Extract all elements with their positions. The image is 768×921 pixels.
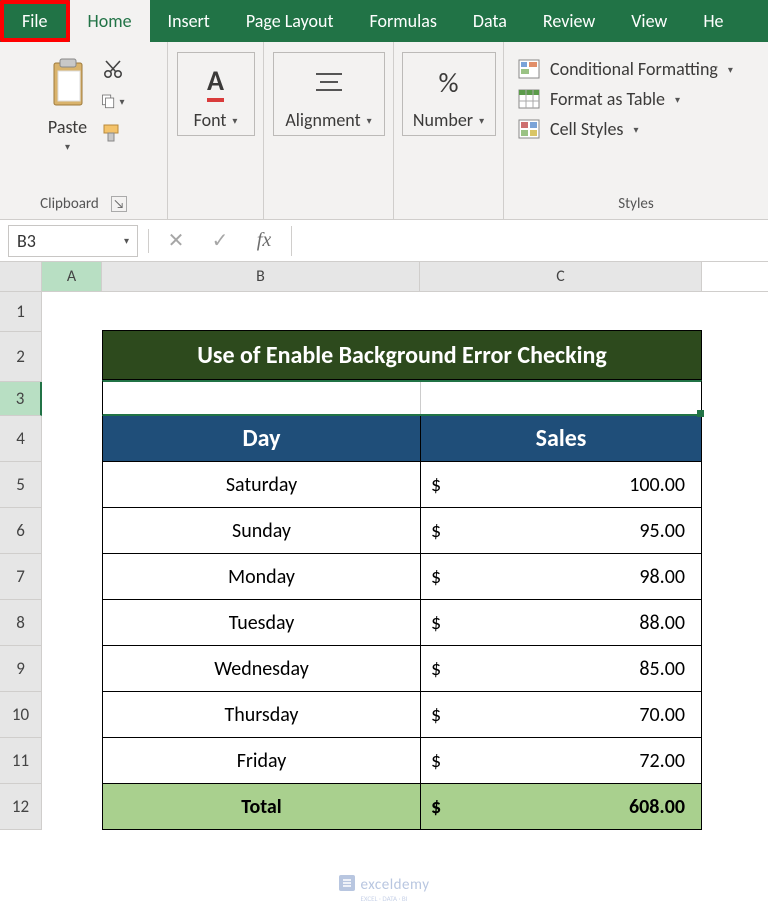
header-sales: Sales <box>421 416 701 461</box>
spreadsheet-grid: A B C 1 2 3 4 5 6 7 8 9 10 11 12 Use of … <box>0 262 768 830</box>
chevron-down-icon: ▾ <box>479 114 484 127</box>
row-header[interactable]: 10 <box>0 692 42 738</box>
chevron-down-icon: ▾ <box>65 140 70 153</box>
table-title: Use of Enable Background Error Checking <box>102 330 702 380</box>
dialog-launcher-icon[interactable]: ↘ <box>111 196 127 212</box>
row-header[interactable]: 4 <box>0 416 42 462</box>
cut-button[interactable] <box>101 58 125 80</box>
cells-area[interactable]: Use of Enable Background Error Checking … <box>42 292 768 830</box>
font-icon: A <box>207 59 224 105</box>
ribbon: Paste ▾ ▾ Clipboard ↘ A Font▾ <box>0 42 768 220</box>
percent-icon: % <box>438 59 458 105</box>
group-clipboard: Paste ▾ ▾ Clipboard ↘ <box>0 42 168 219</box>
row-header[interactable]: 3 <box>0 382 42 416</box>
chevron-down-icon: ▾ <box>232 114 237 127</box>
clipboard-icon <box>45 52 91 114</box>
select-all-button[interactable] <box>0 262 42 291</box>
alignment-icon <box>314 59 344 105</box>
watermark: exceldemy EXCEL · DATA · BI <box>0 875 768 903</box>
number-button[interactable]: % Number▾ <box>402 52 496 136</box>
alignment-button[interactable]: Alignment▾ <box>273 52 385 136</box>
chevron-down-icon: ▾ <box>728 63 733 76</box>
selected-cell-b3[interactable] <box>102 380 702 416</box>
tab-view[interactable]: View <box>613 0 685 42</box>
col-header-a[interactable]: A <box>42 262 102 291</box>
chevron-down-icon: ▾ <box>367 114 372 127</box>
tab-page-layout[interactable]: Page Layout <box>228 0 352 42</box>
group-clipboard-label: Clipboard <box>40 195 99 213</box>
logo-icon <box>339 875 355 896</box>
row-header[interactable]: 2 <box>0 332 42 382</box>
chevron-down-icon: ▾ <box>124 234 129 247</box>
tab-home[interactable]: Home <box>70 0 150 42</box>
row-header[interactable]: 9 <box>0 646 42 692</box>
paste-button[interactable]: Paste ▾ <box>43 52 93 153</box>
conditional-formatting-button[interactable]: Conditional Formatting ▾ <box>518 58 754 80</box>
tab-formulas[interactable]: Formulas <box>352 0 455 42</box>
table-icon <box>518 89 540 109</box>
row-header[interactable]: 5 <box>0 462 42 508</box>
group-font: A Font▾ <box>168 42 264 219</box>
cond-format-icon <box>518 59 540 79</box>
row-header[interactable]: 1 <box>0 292 42 332</box>
table-row[interactable]: Friday$72.00 <box>102 738 702 784</box>
row-header[interactable]: 8 <box>0 600 42 646</box>
formula-bar: B3 ▾ ✕ ✓ fx <box>0 220 768 262</box>
table-row[interactable]: Saturday$100.00 <box>102 462 702 508</box>
enter-formula-button[interactable]: ✓ <box>203 226 237 256</box>
row-header[interactable]: 11 <box>0 738 42 784</box>
tab-data[interactable]: Data <box>455 0 525 42</box>
tab-help-partial[interactable]: He <box>685 0 741 42</box>
table-row[interactable]: Thursday$70.00 <box>102 692 702 738</box>
tab-review[interactable]: Review <box>525 0 613 42</box>
cell-styles-icon <box>518 119 540 139</box>
group-styles: Conditional Formatting ▾ Format as Table… <box>504 42 768 219</box>
tab-insert[interactable]: Insert <box>150 0 228 42</box>
group-styles-label: Styles <box>618 195 653 213</box>
paste-label: Paste <box>48 116 87 138</box>
table-row[interactable]: Tuesday$88.00 <box>102 600 702 646</box>
group-number: % Number▾ <box>394 42 504 219</box>
cell-styles-button[interactable]: Cell Styles ▾ <box>518 118 754 140</box>
tab-file[interactable]: File <box>0 0 70 42</box>
chevron-down-icon: ▾ <box>675 93 680 106</box>
name-box[interactable]: B3 ▾ <box>8 225 138 257</box>
col-header-c[interactable]: C <box>420 262 702 291</box>
row-header[interactable]: 7 <box>0 554 42 600</box>
row-headers: 1 2 3 4 5 6 7 8 9 10 11 12 <box>0 292 42 830</box>
row-header[interactable]: 12 <box>0 784 42 830</box>
table-total-row[interactable]: Total$608.00 <box>102 784 702 830</box>
col-header-b[interactable]: B <box>102 262 420 291</box>
format-painter-button[interactable] <box>101 122 125 144</box>
group-alignment: Alignment▾ <box>264 42 394 219</box>
cancel-formula-button[interactable]: ✕ <box>159 226 193 256</box>
format-as-table-button[interactable]: Format as Table ▾ <box>518 88 754 110</box>
ribbon-tabs: File Home Insert Page Layout Formulas Da… <box>0 0 768 42</box>
insert-function-button[interactable]: fx <box>247 226 281 256</box>
row-header[interactable]: 6 <box>0 508 42 554</box>
chevron-down-icon: ▾ <box>633 123 638 136</box>
table-row[interactable]: Sunday$95.00 <box>102 508 702 554</box>
chevron-down-icon: ▾ <box>119 95 124 108</box>
header-day: Day <box>103 416 421 461</box>
fill-handle[interactable] <box>697 410 704 417</box>
table-row[interactable]: Monday$98.00 <box>102 554 702 600</box>
font-button[interactable]: A Font▾ <box>177 52 255 136</box>
table-row[interactable]: Wednesday$85.00 <box>102 646 702 692</box>
copy-button[interactable]: ▾ <box>101 90 125 112</box>
